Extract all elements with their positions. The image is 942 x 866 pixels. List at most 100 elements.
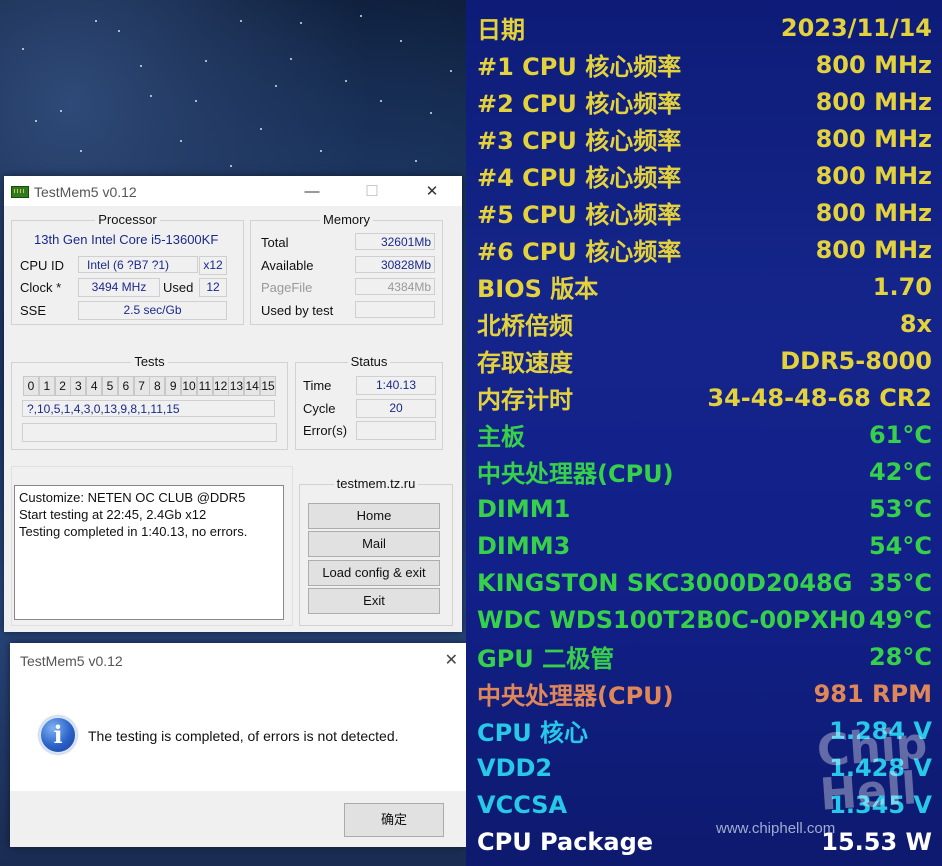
tests-group-title: Tests [131,354,168,369]
window-titlebar[interactable]: TestMem5 v0.12 — ☐ ✕ [4,176,462,206]
sensor-label: VDD2 [477,753,553,782]
clock-label: Clock * [20,280,62,295]
test-cell[interactable]: 0 [23,376,39,396]
time-field: 1:40.13 [356,376,436,395]
sse-label: SSE [20,303,47,318]
ok-button[interactable]: 确定 [344,803,444,837]
star [380,100,382,102]
test-cell[interactable]: 3 [70,376,87,396]
star [430,112,432,114]
clock-field: 3494 MHz [78,278,160,297]
dialog-close-button[interactable]: ✕ [445,650,458,670]
available-memory-field: 30828Mb [355,256,435,273]
test-cell[interactable]: 2 [54,376,71,396]
exit-button[interactable]: Exit [308,588,440,614]
test-cell[interactable]: 14 [244,376,261,396]
sensor-label: 内存计时 [477,386,573,414]
processor-group-title: Processor [95,212,160,227]
test-cell[interactable]: 5 [102,376,118,396]
sensor-label: 北桥倍频 [477,312,573,340]
test-cell[interactable]: 7 [133,376,150,396]
sensor-value: 800 MHz [815,50,932,79]
sensor-row: #4 CPU 核心频率 800 MHz [477,157,932,194]
star [450,70,452,72]
sensor-label: 中央处理器(CPU) [477,460,674,488]
star [320,150,322,152]
home-button[interactable]: Home [308,503,440,529]
star [60,110,62,112]
sensor-value: 53°C [868,494,932,523]
used-by-test-label: Used by test [261,303,334,318]
star [230,165,232,167]
sensor-value: 800 MHz [815,161,932,190]
thread-count-field: x12 [199,256,227,275]
maximize-button[interactable]: ☐ [350,176,394,206]
log-box[interactable]: Customize: NETEN OC CLUB @DDR5 Start tes… [14,485,284,620]
test-cell[interactable]: 13 [228,376,245,396]
sensor-label: 中央处理器(CPU) [477,682,674,710]
sensor-value: 28°C [868,642,932,671]
used-by-test-field [355,301,435,318]
completion-dialog: TestMem5 v0.12 ✕ i The testing is comple… [10,643,466,847]
test-cell[interactable]: 1 [38,376,55,396]
memory-group-title: Memory [320,212,373,227]
site-group-title: testmem.tz.ru [333,476,419,491]
errors-field [356,421,436,440]
sensor-row: DIMM1 53°C [477,490,932,527]
star [290,58,292,60]
sensor-label: CPU Package [477,827,654,856]
star [275,85,277,87]
sensor-label: 主板 [477,423,525,451]
mail-button[interactable]: Mail [308,531,440,557]
sensor-label: WDC WDS100T2B0C-00PXH0 [477,605,866,634]
sensor-row: 内存计时 34-48-48-68 CR2 [477,379,932,416]
sensor-label: #6 CPU 核心频率 [477,238,682,266]
sensor-value: DDR5-8000 [780,346,932,375]
sensor-value: 34-48-48-68 CR2 [707,383,932,412]
sensor-value: 42°C [868,457,932,486]
window-title: TestMem5 v0.12 [34,184,137,200]
sensor-row: 北桥倍频 8x [477,305,932,342]
log-line: Testing completed in 1:40.13, no errors. [19,524,248,539]
star [240,20,242,22]
sensor-label: #3 CPU 核心频率 [477,127,682,155]
info-icon: i [39,716,77,754]
star [80,150,82,152]
pagefile-label: PageFile [261,280,313,295]
sensor-row: #5 CPU 核心频率 800 MHz [477,194,932,231]
test-progress-bar [22,423,277,442]
test-cell[interactable]: 11 [196,376,213,396]
load-config-exit-button[interactable]: Load config & exit [308,560,440,586]
close-button[interactable]: ✕ [410,176,454,206]
sensor-value: 8x [899,309,932,338]
test-cell[interactable]: 8 [149,376,166,396]
available-label: Available [261,258,314,273]
star [415,160,417,162]
test-cell[interactable]: 9 [165,376,182,396]
test-cell[interactable]: 15 [260,376,276,396]
testmem-window: TestMem5 v0.12 — ☐ ✕ Processor 13th Gen … [4,176,462,632]
sensor-row: 中央处理器(CPU) 42°C [477,453,932,490]
minimize-button[interactable]: — [290,176,334,206]
test-cell[interactable]: 4 [86,376,103,396]
memory-chip-icon [11,186,29,198]
sensor-label: #2 CPU 核心频率 [477,90,682,118]
dialog-message: The testing is completed, of errors is n… [88,728,399,744]
time-label: Time [303,378,332,393]
test-sequence-field: ?,10,5,1,4,3,0,13,9,8,1,11,15 [22,400,275,417]
test-cell[interactable]: 10 [181,376,197,396]
total-label: Total [261,235,289,250]
test-cell[interactable]: 12 [212,376,229,396]
sse-field: 2.5 sec/Gb [78,301,227,320]
dialog-title: TestMem5 v0.12 [20,653,123,669]
sensor-label: #1 CPU 核心频率 [477,53,682,81]
watermark-logo: Chip Hell [815,718,935,859]
sensor-label: #4 CPU 核心频率 [477,164,682,192]
star [300,22,302,24]
sensor-row: 中央处理器(CPU) 981 RPM [477,675,932,712]
used-threads-field[interactable]: 12 [199,278,227,297]
log-line: Customize: NETEN OC CLUB @DDR5 [19,490,246,505]
sensor-row: #3 CPU 核心频率 800 MHz [477,120,932,157]
star [150,95,152,97]
test-cell[interactable]: 6 [117,376,134,396]
